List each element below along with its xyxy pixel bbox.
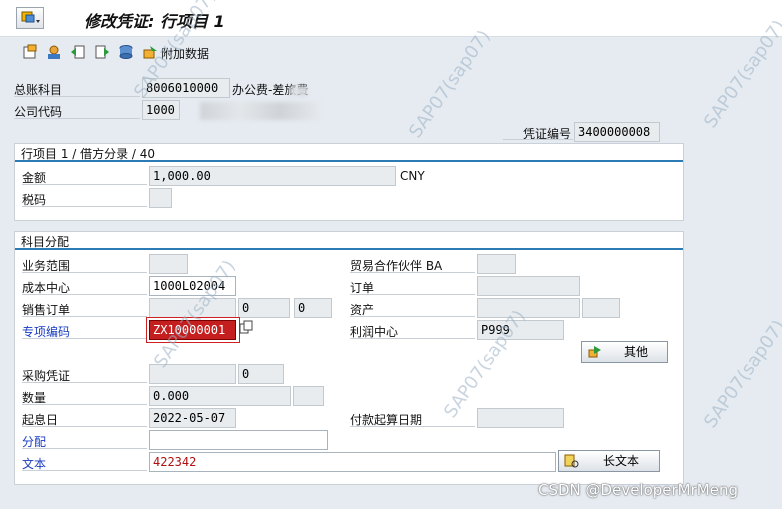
copy-icon[interactable]: [238, 320, 254, 336]
system-menu-button[interactable]: [16, 7, 44, 29]
amount-field[interactable]: 1,000.00: [149, 166, 396, 186]
next-item-icon[interactable]: [94, 44, 110, 60]
watermark-user: SAP07(sap07): [700, 316, 782, 433]
label-underline: [350, 294, 475, 295]
purchasing-item-field[interactable]: 0: [238, 364, 284, 384]
business-area-field[interactable]: [149, 254, 188, 274]
label-underline: [350, 338, 475, 339]
other-button-label: 其他: [624, 345, 649, 359]
asset-field[interactable]: [477, 298, 580, 318]
sales-order-schedule-field[interactable]: 0: [294, 298, 332, 318]
text-field[interactable]: 422342: [149, 452, 556, 472]
label-underline: [22, 272, 147, 273]
label-underline: [22, 382, 147, 383]
long-text-button[interactable]: 长文本: [558, 450, 660, 472]
menu-icon: [21, 11, 40, 23]
currency-text: CNY: [400, 169, 425, 183]
csdn-watermark: CSDN @DeveloperMrMeng: [538, 481, 738, 499]
arrow-right-icon: [588, 345, 602, 365]
label-underline: [22, 426, 147, 427]
unit-field[interactable]: [293, 386, 324, 406]
header-data-icon[interactable]: [46, 44, 62, 60]
other-button[interactable]: 其他: [581, 341, 668, 363]
label-underline: [350, 316, 475, 317]
label-underline: [22, 206, 147, 207]
value-date-field[interactable]: 2022-05-07: [149, 408, 236, 428]
sales-order-item-field[interactable]: 0: [238, 298, 290, 318]
redacted-area: [200, 102, 320, 120]
label-underline: [350, 426, 475, 427]
database-icon[interactable]: [118, 44, 134, 60]
line-item-title: 行项目 1 / 借方分录 / 40: [21, 147, 156, 161]
label-underline: [14, 96, 140, 97]
document-number-field[interactable]: 3400000008: [574, 122, 660, 142]
label-underline: [22, 294, 147, 295]
trading-partner-field[interactable]: [477, 254, 516, 274]
document-overview-icon[interactable]: [22, 44, 38, 60]
quantity-field[interactable]: 0.000: [149, 386, 291, 406]
panel-header: [15, 232, 683, 250]
label-underline: [22, 404, 147, 405]
label-underline: [22, 470, 147, 471]
redacted-area: [290, 86, 308, 96]
label-underline: [22, 316, 147, 317]
order-field[interactable]: [477, 276, 580, 296]
account-assignment-title: 科目分配: [21, 235, 70, 249]
asset-subnumber-field[interactable]: [582, 298, 620, 318]
label-underline: [22, 184, 147, 185]
long-text-icon: [564, 454, 580, 474]
label-underline: [14, 118, 140, 119]
label-underline: [22, 338, 147, 339]
company-code-field[interactable]: 1000: [142, 100, 180, 120]
baseline-date-field[interactable]: [477, 408, 564, 428]
label-underline: [350, 272, 475, 273]
label-underline: [22, 448, 147, 449]
label-underline: [503, 139, 573, 140]
long-text-button-label: 长文本: [603, 454, 640, 468]
tax-code-field[interactable]: [149, 188, 172, 208]
assignment-field[interactable]: [149, 430, 328, 450]
previous-item-icon[interactable]: [70, 44, 86, 60]
